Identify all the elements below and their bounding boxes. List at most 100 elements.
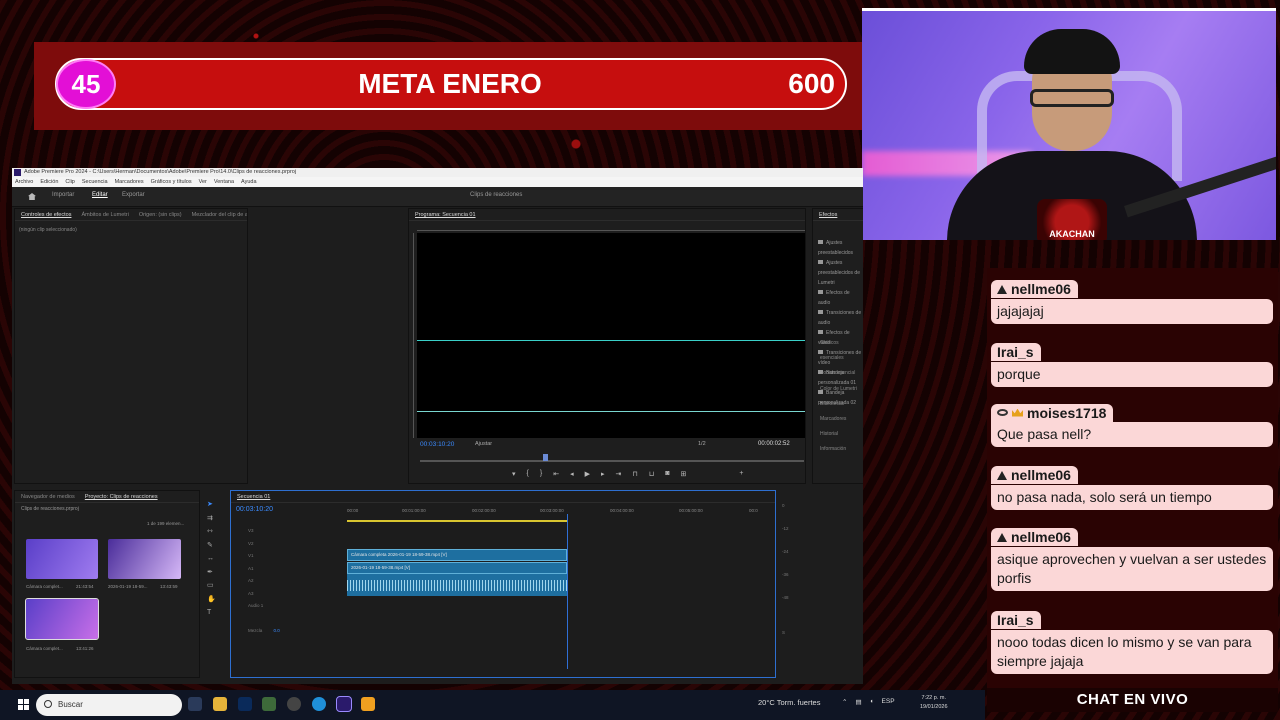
mark-in-icon[interactable]: { [527, 470, 529, 478]
username-text: Irai_s [997, 612, 1034, 628]
section-info[interactable]: Información [820, 442, 863, 457]
menu-clip[interactable]: Clip [65, 177, 74, 187]
mix-value[interactable]: 0.0 [274, 628, 280, 633]
go-to-out-icon[interactable]: ⇥ [616, 470, 622, 478]
slip-icon[interactable]: ↔ [207, 552, 216, 566]
obs-icon[interactable] [287, 697, 301, 711]
menu-ayuda[interactable]: Ayuda [241, 177, 257, 187]
track-header-v3[interactable]: V3 [248, 525, 343, 538]
section-lumetri-color[interactable]: Color de Lumetri [820, 382, 863, 397]
tab-project[interactable]: Proyecto: Clips de reacciones [85, 491, 158, 502]
section-essential-graphics[interactable]: Gráficos esenciales [820, 336, 863, 366]
effects-folder[interactable]: Ajustes preestablecidos de Lumetri [818, 258, 863, 288]
step-back-icon[interactable]: ◂ [570, 470, 574, 478]
timeline-timecode[interactable]: 00:03:10:20 [236, 506, 273, 513]
rectangle-icon[interactable]: ▭ [207, 579, 216, 593]
monitor-scrub-bar[interactable] [420, 460, 804, 462]
file-explorer-icon[interactable] [213, 697, 227, 711]
extract-icon[interactable]: ⊔ [649, 470, 654, 478]
ripple-edit-icon[interactable]: ⇿ [207, 525, 216, 539]
premiere-logo-icon [14, 169, 21, 176]
network-icon[interactable]: ▤ [855, 698, 861, 706]
track-header-a1[interactable]: A1 [248, 563, 343, 576]
search-icon [44, 700, 52, 708]
home-icon[interactable] [28, 193, 36, 200]
section-history[interactable]: Historial [820, 427, 863, 442]
timeline-playhead[interactable] [567, 514, 568, 669]
menu-archivo[interactable]: Archivo [15, 177, 33, 187]
chevron-up-icon[interactable]: ⌃ [842, 698, 847, 706]
project-thumbnail[interactable] [25, 598, 99, 640]
selection-tool-icon[interactable]: ➤ [207, 498, 216, 512]
tab-media-browser[interactable]: Navegador de medios [21, 491, 75, 502]
hand-icon[interactable]: ✋ [207, 593, 216, 607]
timeline-clip-video[interactable]: Cámara completa 2026-01-19 18-59-38.mp4 … [347, 549, 567, 561]
weather-widget[interactable]: 20°C Torm. fuertes [758, 698, 820, 707]
taskbar-clock[interactable]: 7:22 p. m. 19/01/2026 [920, 694, 948, 712]
pen-icon[interactable]: ✒ [207, 566, 216, 580]
vlc-icon[interactable] [361, 697, 375, 711]
tab-lumetri-scopes[interactable]: Ámbitos de Lumetri [81, 209, 128, 220]
export-frame-icon[interactable]: ◙ [665, 470, 669, 478]
premiere-taskbar-icon[interactable] [336, 696, 352, 712]
project-thumbnail[interactable] [108, 539, 181, 579]
tab-importar[interactable]: Importar [52, 192, 74, 198]
monitor-playhead[interactable] [543, 454, 548, 461]
section-libraries[interactable]: Bibliotecas [820, 397, 863, 412]
go-to-in-icon[interactable]: ⇤ [553, 470, 559, 478]
meter-label: -48 [782, 595, 789, 600]
tab-editar[interactable]: Editar [92, 192, 108, 198]
menu-secuencia[interactable]: Secuencia [82, 177, 108, 187]
type-icon[interactable]: T [207, 606, 216, 620]
volume-icon[interactable]: ◖ [870, 698, 874, 706]
timeline-clip-video[interactable]: 2026-01-19 18-59-38.mp4 [V] [347, 562, 567, 574]
track-select-icon[interactable]: ⇉ [207, 512, 216, 526]
app-icon[interactable] [262, 697, 276, 711]
timeline-ruler[interactable]: 00:00 00:01:00:00 00:02:00:00 00:03:00:0… [347, 508, 767, 518]
menu-ver[interactable]: Ver [199, 177, 207, 187]
tab-exportar[interactable]: Exportar [122, 192, 145, 198]
track-header-v1[interactable]: V1 [248, 550, 343, 563]
lift-icon[interactable]: ⊓ [632, 470, 637, 478]
track-header-v2[interactable]: V2 [248, 538, 343, 551]
timeline-clip-audio[interactable] [347, 574, 567, 596]
taskbar-search-input[interactable]: Buscar [36, 694, 182, 716]
resolution-dropdown[interactable]: 1/2 [698, 441, 706, 447]
task-view-icon[interactable] [188, 697, 202, 711]
compare-icon[interactable]: ⊞ [681, 470, 687, 478]
tab-program[interactable]: Programa: Secuencia 01 [415, 209, 476, 220]
menu-marcadores[interactable]: Marcadores [115, 177, 144, 187]
program-timecode[interactable]: 00:03:10:20 [420, 441, 454, 448]
play-icon[interactable]: ▶ [585, 470, 590, 478]
meter-solo[interactable]: S [782, 630, 798, 635]
edge-icon[interactable] [312, 697, 326, 711]
menu-graficos[interactable]: Gráficos y títulos [151, 177, 192, 187]
marker-icon[interactable]: ▾ [512, 470, 516, 478]
tab-audio-clip-mixer[interactable]: Mezclador del clip de audio: Secuencia 0… [192, 209, 247, 220]
language-indicator[interactable]: ESP [882, 698, 895, 706]
track-header-a2[interactable]: A2 [248, 575, 343, 588]
effects-folder[interactable]: Efectos de audio [818, 288, 863, 308]
tab-effects[interactable]: Efectos [819, 209, 837, 220]
program-monitor-screen[interactable] [417, 233, 805, 438]
crown-icon [1012, 408, 1023, 417]
tab-effect-controls[interactable]: Controles de efectos [21, 209, 71, 220]
section-markers[interactable]: Marcadores [820, 412, 863, 427]
menu-edicion[interactable]: Edición [40, 177, 58, 187]
effects-folder[interactable]: Ajustes preestablecidos [818, 238, 863, 258]
windows-start-icon[interactable] [18, 699, 29, 710]
menu-ventana[interactable]: Ventana [214, 177, 234, 187]
step-forward-icon[interactable]: ▸ [601, 470, 605, 478]
razor-icon[interactable]: ✎ [207, 539, 216, 553]
work-area-bar[interactable] [347, 520, 567, 522]
photoshop-icon[interactable] [238, 697, 252, 711]
effects-folder[interactable]: Transiciones de audio [818, 308, 863, 328]
add-button-icon[interactable]: + [739, 470, 743, 478]
fit-dropdown[interactable]: Ajustar [475, 441, 492, 447]
track-header-a3[interactable]: A3 [248, 588, 343, 601]
mark-out-icon[interactable]: } [540, 470, 542, 478]
tab-source[interactable]: Origen: (sin clips) [139, 209, 182, 220]
tab-sequence[interactable]: Secuencia 01 [237, 491, 270, 502]
section-essential-sound[interactable]: Sonido esencial [820, 366, 863, 381]
project-thumbnail[interactable] [26, 539, 98, 579]
